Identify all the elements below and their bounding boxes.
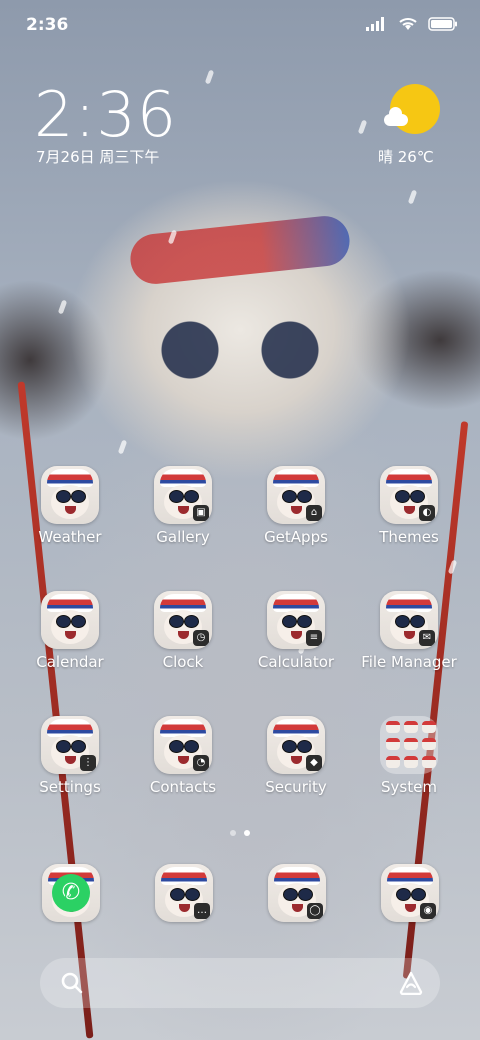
app-calculator[interactable]: ≡ Calculator — [240, 591, 352, 701]
weather-widget-text: 晴 26℃ — [378, 148, 434, 166]
app-getapps[interactable]: ⌂ GetApps — [240, 466, 352, 576]
app-label: Gallery — [156, 528, 210, 546]
app-badge-icon: ⋮ — [80, 755, 96, 771]
app-badge-icon: ◉ — [420, 903, 436, 919]
app-weather[interactable]: Weather — [14, 466, 126, 576]
settings-app-icon: ⋮ — [41, 716, 99, 774]
app-badge-icon: ◔ — [193, 755, 209, 771]
status-icons — [366, 16, 458, 31]
app-badge-icon: ◯ — [307, 903, 323, 919]
browser-app[interactable]: ◯ — [268, 864, 326, 922]
browser-app-icon: ◯ — [268, 864, 326, 922]
app-calendar[interactable]: Calendar — [14, 591, 126, 701]
getapps-app-icon: ⌂ — [267, 466, 325, 524]
assistant-icon[interactable] — [398, 971, 424, 995]
page-indicator — [200, 830, 280, 836]
calculator-app-icon: ≡ — [267, 591, 325, 649]
app-label: Clock — [162, 653, 204, 671]
weather-widget[interactable]: 晴 26℃ — [378, 84, 444, 166]
status-bar: 2:36 — [0, 0, 480, 50]
battery-icon — [428, 16, 457, 31]
security-app-icon: ◆ — [267, 716, 325, 774]
camera-app[interactable]: ◉ — [381, 864, 439, 922]
wifi-icon — [399, 18, 417, 30]
phone-app-icon: ✆ — [42, 864, 100, 922]
app-badge-icon: ◐ — [419, 505, 435, 521]
calendar-app-icon — [41, 591, 99, 649]
app-gallery[interactable]: ▣ Gallery — [127, 466, 239, 576]
weather-app-icon — [41, 466, 99, 524]
app-file-manager[interactable]: ✉ File Manager — [353, 591, 465, 701]
messaging-app[interactable]: … — [155, 864, 213, 922]
app-label: Calculator — [257, 653, 335, 671]
app-security[interactable]: ◆ Security — [240, 716, 352, 826]
clock-widget-date[interactable]: 7月26日 周三下午 — [36, 146, 159, 167]
wallpaper-goggles — [140, 320, 340, 380]
app-badge-icon: ✉ — [419, 630, 435, 646]
signal-icon — [366, 16, 384, 31]
phone-handset-icon: ✆ — [52, 874, 90, 912]
camera-app-icon: ◉ — [381, 864, 439, 922]
app-contacts[interactable]: ◔ Contacts — [127, 716, 239, 826]
page-dot-active[interactable] — [244, 830, 250, 836]
wallpaper-headband — [127, 213, 353, 287]
app-label: File Manager — [361, 653, 457, 671]
themes-app-icon: ◐ — [380, 466, 438, 524]
app-label: GetApps — [264, 528, 328, 546]
app-system[interactable]: System — [353, 716, 465, 826]
system-folder-icon — [380, 716, 438, 774]
app-label: Contacts — [149, 778, 217, 796]
app-badge-icon: ⌂ — [306, 505, 322, 521]
app-settings[interactable]: ⋮ Settings — [14, 716, 126, 826]
app-label: Settings — [39, 778, 101, 796]
app-label: Calendar — [36, 653, 104, 671]
status-time: 2:36 — [26, 15, 69, 35]
page-dot[interactable] — [230, 830, 236, 836]
clock-app-icon: ◷ — [154, 591, 212, 649]
app-badge-icon: … — [194, 903, 210, 919]
cloud-icon — [384, 107, 408, 126]
search-icon[interactable] — [60, 971, 84, 995]
clock-widget-time[interactable]: 2:36 — [34, 78, 177, 151]
search-bar[interactable] — [40, 958, 440, 1008]
app-clock[interactable]: ◷ Clock — [127, 591, 239, 701]
app-themes[interactable]: ◐ Themes — [353, 466, 465, 576]
contacts-app-icon: ◔ — [154, 716, 212, 774]
phone-app[interactable]: ✆ — [42, 864, 100, 922]
app-badge-icon: ≡ — [306, 630, 322, 646]
app-label: System — [381, 778, 437, 796]
messaging-app-icon: … — [155, 864, 213, 922]
app-label: Security — [265, 778, 327, 796]
app-label: Themes — [379, 528, 439, 546]
app-label: Weather — [38, 528, 102, 546]
gallery-app-icon: ▣ — [154, 466, 212, 524]
app-badge-icon: ▣ — [193, 505, 209, 521]
file-manager-app-icon: ✉ — [380, 591, 438, 649]
app-badge-icon: ◷ — [193, 630, 209, 646]
app-badge-icon: ◆ — [306, 755, 322, 771]
